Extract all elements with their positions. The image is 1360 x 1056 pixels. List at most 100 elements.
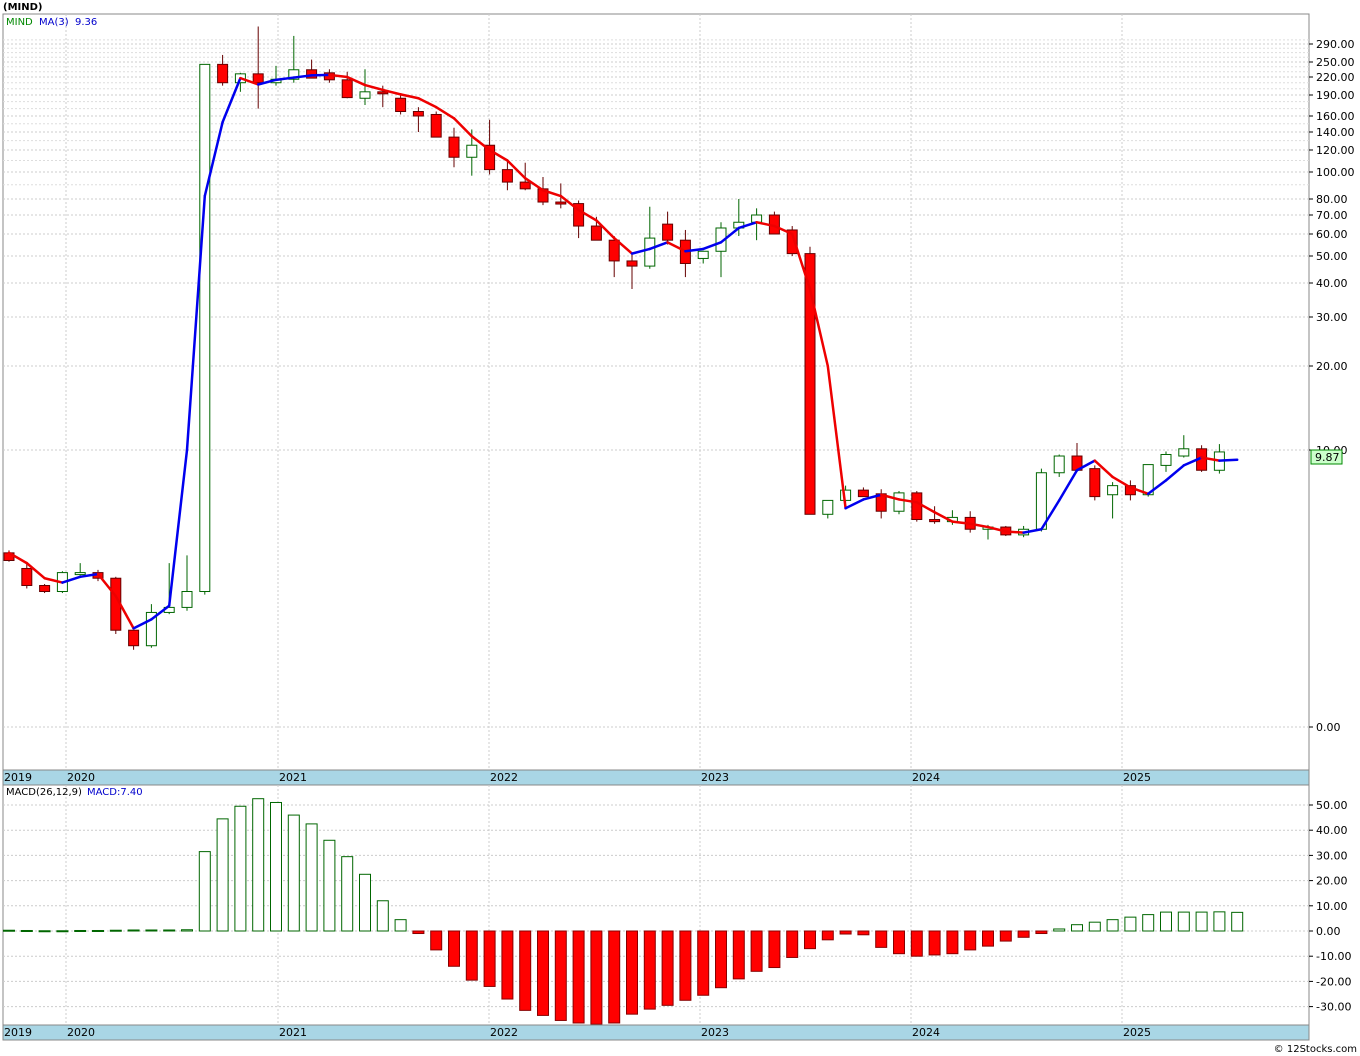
macd-bar-negative [608, 930, 621, 1024]
macd-legend-value: MACD:7.40 [87, 787, 143, 798]
price-legend-ma-value: 9.36 [75, 17, 97, 28]
macd-bar-negative [750, 930, 763, 972]
macd-bar-negative [519, 930, 532, 1011]
macd-bar-positive [198, 851, 211, 932]
price-y-tick-label: 140.00 [1316, 126, 1355, 139]
price-date-band [2, 769, 1310, 786]
price-y-tick-label: 290.00 [1316, 38, 1355, 51]
price-y-tick-label: 100.00 [1316, 166, 1355, 179]
macd-bar-negative [590, 930, 603, 1025]
macd-bar-positive [1142, 914, 1155, 932]
last-price-label: 9.87 [1315, 451, 1340, 464]
macd-x-tick-label: 2023 [701, 1026, 729, 1039]
macd-bar-positive [270, 801, 282, 932]
macd-bar-negative [1035, 930, 1048, 935]
candle-up [1178, 448, 1190, 457]
candle-up [1160, 453, 1172, 466]
candle-down [412, 111, 424, 117]
macd-bar-positive [1195, 911, 1208, 932]
watermark: © 12Stocks.com [1274, 1044, 1357, 1055]
macd-bar-negative [893, 930, 905, 955]
macd-bar-negative [448, 930, 460, 967]
macd-bar-positive [252, 798, 265, 932]
candle-down [555, 201, 567, 205]
macd-y-tick-label: -20.00 [1316, 975, 1351, 988]
macd-y-tick-label: -30.00 [1316, 1001, 1351, 1014]
price-y-tick-label: 190.00 [1316, 89, 1355, 102]
candle-down [1089, 468, 1101, 498]
macd-bar-positive [1213, 911, 1226, 932]
candle-down [929, 519, 941, 523]
macd-bar-negative [768, 930, 781, 969]
chart-title: (MIND) [3, 2, 42, 13]
candle-down [626, 260, 638, 267]
candle-down [21, 567, 33, 586]
macd-bar-positive [1124, 916, 1137, 932]
macd-y-axis: 50.00 40.00 30.00 20.00 10.00 0.00 -10.00 -20.0… [1309, 799, 1351, 1014]
macd-bar-positive [1071, 924, 1083, 932]
ma-segment [1218, 458, 1239, 462]
candle-up [644, 237, 656, 267]
candle-down [519, 181, 531, 190]
candle-up [1035, 472, 1047, 530]
macd-bar-negative [1017, 930, 1030, 938]
price-x-tick-label: 2021 [279, 771, 307, 784]
macd-bar-positive [1088, 921, 1101, 932]
candle-down [39, 584, 51, 593]
macd-bar-negative [839, 930, 852, 935]
candle-down [430, 113, 442, 138]
candle-up [822, 499, 834, 515]
stock-chart: 290.00 250.00 220.00 190.00 160.00 140.00 120.… [0, 0, 1360, 1056]
macd-bar-negative [537, 930, 549, 1016]
macd-bar-negative [661, 930, 674, 1006]
macd-x-tick-label: 2024 [912, 1026, 940, 1039]
price-y-tick-label: 50.00 [1316, 250, 1348, 263]
macd-bar-positive [109, 929, 122, 932]
price-legend-ma-label: MA(3) [39, 17, 69, 28]
macd-y-tick-label: 50.00 [1316, 799, 1348, 812]
candle-down [911, 492, 923, 521]
macd-bar-negative [875, 930, 888, 948]
macd-bar-negative [412, 930, 425, 935]
macd-bar-negative [430, 930, 443, 951]
macd-bar-positive [376, 900, 389, 932]
macd-bar-positive [287, 814, 300, 932]
price-x-tick-label: 2025 [1123, 771, 1151, 784]
macd-x-tick-label: 2022 [490, 1026, 518, 1039]
candle-up [199, 63, 211, 593]
price-y-tick-label: 80.00 [1316, 193, 1348, 206]
macd-bar-positive [145, 929, 158, 932]
macd-bar-positive [127, 929, 140, 932]
candle-up [893, 492, 905, 512]
macd-bar-negative [697, 930, 710, 996]
macd-bar-negative [804, 930, 816, 950]
price-x-tick-label: 2024 [912, 771, 940, 784]
macd-bar-negative [554, 930, 567, 1021]
macd-x-tick-label: 2021 [279, 1026, 307, 1039]
macd-bar-positive [359, 873, 371, 932]
candle-down [857, 489, 869, 498]
price-y-tick-label: 20.00 [1316, 360, 1348, 373]
macd-x-tick-label: 2020 [67, 1026, 95, 1039]
candle-up [181, 591, 193, 608]
price-y-tick-label: 30.00 [1316, 311, 1348, 324]
candle-down [608, 239, 620, 262]
ma-segment [310, 73, 331, 77]
macd-bar-negative [643, 930, 656, 1010]
macd-bar-positive [234, 805, 247, 932]
macd-bar-positive [92, 929, 104, 932]
candle-down [377, 91, 389, 95]
macd-bar-positive [181, 929, 193, 932]
macd-bar-positive [3, 929, 15, 932]
candle-up [1053, 455, 1065, 474]
price-x-tick-label: 2019 [4, 771, 32, 784]
candle-down [448, 136, 460, 158]
macd-bar-positive [1231, 911, 1244, 932]
macd-y-tick-label: 30.00 [1316, 849, 1348, 862]
macd-bar-positive [216, 818, 229, 932]
price-panel [2, 13, 1310, 786]
candle-down [217, 63, 229, 84]
macd-y-tick-label: 0.00 [1316, 925, 1341, 938]
macd-bar-positive [394, 919, 407, 932]
price-x-tick-label: 2023 [701, 771, 729, 784]
